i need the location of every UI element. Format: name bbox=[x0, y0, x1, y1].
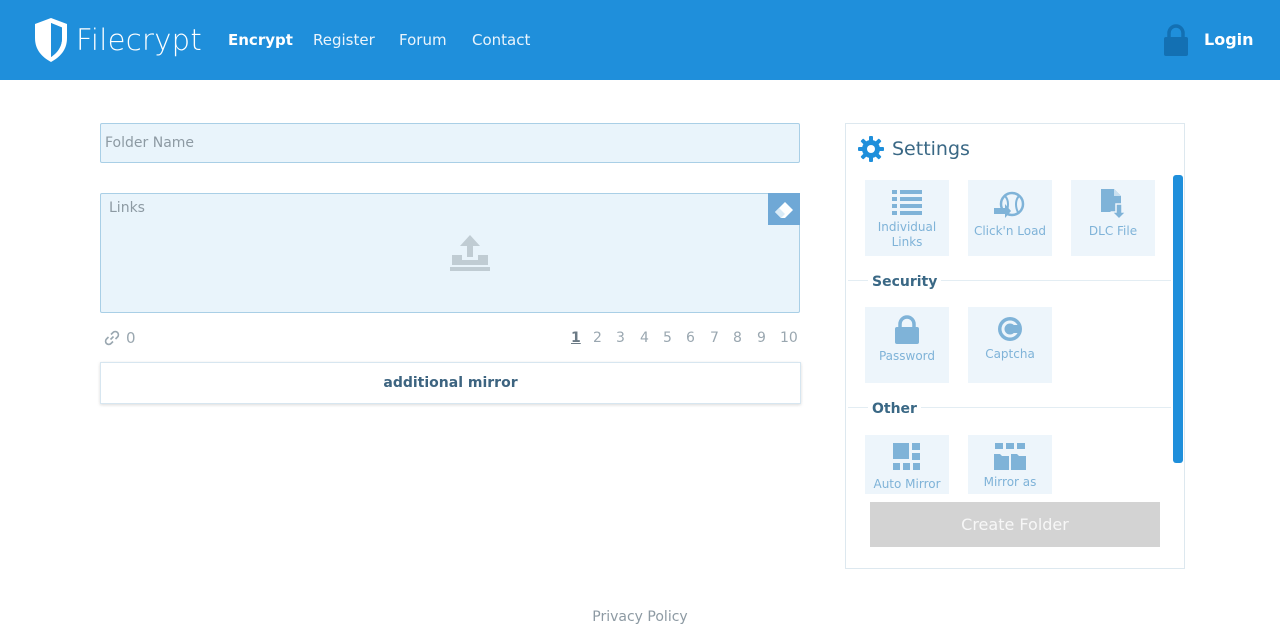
other-heading: Other bbox=[868, 401, 921, 417]
list-icon bbox=[892, 190, 922, 215]
tile-auto-mirror[interactable]: Auto Mirror bbox=[865, 435, 949, 494]
tile-label: Captcha bbox=[985, 347, 1035, 361]
tile-mirror-as[interactable]: Mirror as bbox=[968, 435, 1052, 494]
scrollbar-thumb[interactable] bbox=[1173, 175, 1183, 463]
clear-links-button[interactable] bbox=[768, 193, 800, 225]
nav-encrypt[interactable]: Encrypt bbox=[228, 31, 293, 49]
security-heading: Security bbox=[868, 274, 942, 290]
tile-label: Password bbox=[878, 349, 936, 363]
page-6[interactable]: 6 bbox=[686, 329, 695, 347]
tile-password[interactable]: Password bbox=[865, 307, 949, 383]
folder-name-input[interactable] bbox=[100, 123, 800, 163]
settings-scrollbar[interactable] bbox=[1173, 175, 1183, 463]
tile-label: Mirror as bbox=[983, 475, 1037, 489]
gear-icon bbox=[858, 136, 884, 162]
upload-icon[interactable] bbox=[448, 233, 492, 273]
settings-title: Settings bbox=[892, 138, 970, 160]
page-8[interactable]: 8 bbox=[733, 329, 742, 347]
tile-captcha[interactable]: Captcha bbox=[968, 307, 1052, 383]
top-header: Filecrypt Encrypt Register Forum Contact… bbox=[0, 0, 1280, 80]
page-7[interactable]: 7 bbox=[710, 329, 719, 347]
tile-label: Auto Mirror bbox=[873, 477, 941, 491]
nav-contact[interactable]: Contact bbox=[472, 31, 530, 49]
tile-label: Individual Links bbox=[877, 220, 937, 249]
page-10[interactable]: 10 bbox=[780, 329, 798, 347]
privacy-policy-link[interactable]: Privacy Policy bbox=[0, 609, 1280, 625]
captcha-icon bbox=[998, 317, 1022, 341]
dlc-file-icon bbox=[1101, 189, 1127, 220]
tile-label: DLC File bbox=[1088, 224, 1138, 238]
nav-forum[interactable]: Forum bbox=[399, 31, 447, 49]
click-n-load-icon bbox=[994, 191, 1025, 218]
auto-mirror-icon bbox=[893, 443, 920, 470]
settings-panel: Settings Individual Links Click'n Load D… bbox=[845, 123, 1185, 569]
additional-mirror-button[interactable]: additional mirror bbox=[100, 362, 801, 404]
page-2[interactable]: 2 bbox=[593, 329, 602, 347]
page-1[interactable]: 1 bbox=[571, 329, 581, 347]
lock-icon bbox=[895, 315, 919, 344]
page-5[interactable]: 5 bbox=[663, 329, 672, 347]
lock-icon[interactable] bbox=[1163, 24, 1189, 56]
tile-label: Click'n Load bbox=[973, 224, 1047, 238]
brand-name[interactable]: Filecrypt bbox=[76, 20, 202, 60]
page-4[interactable]: 4 bbox=[640, 329, 649, 347]
shield-logo-icon[interactable] bbox=[33, 17, 69, 63]
mirror-as-icon bbox=[994, 443, 1026, 470]
eraser-icon bbox=[775, 202, 793, 218]
create-folder-button[interactable]: Create Folder bbox=[870, 502, 1160, 547]
login-link[interactable]: Login bbox=[1204, 31, 1254, 49]
tile-click-n-load[interactable]: Click'n Load bbox=[968, 180, 1052, 256]
tile-dlc-file[interactable]: DLC File bbox=[1071, 180, 1155, 256]
tile-individual-links[interactable]: Individual Links bbox=[865, 180, 949, 256]
link-count-value: 0 bbox=[126, 329, 136, 347]
link-count: 0 bbox=[104, 329, 136, 347]
settings-scroll-area[interactable]: Individual Links Click'n Load DLC File S… bbox=[846, 174, 1171, 494]
page-3[interactable]: 3 bbox=[616, 329, 625, 347]
nav-register[interactable]: Register bbox=[313, 31, 375, 49]
link-icon bbox=[104, 330, 120, 346]
page-9[interactable]: 9 bbox=[757, 329, 766, 347]
